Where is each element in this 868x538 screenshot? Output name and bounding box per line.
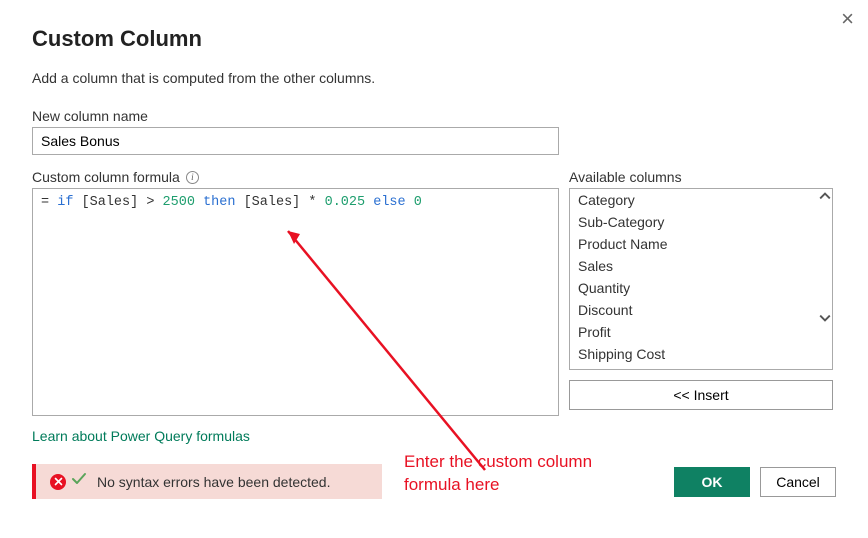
available-column-item[interactable]: Sales <box>570 255 832 277</box>
custom-column-dialog: × Custom Column Add a column that is com… <box>0 0 868 517</box>
close-icon[interactable]: × <box>841 6 854 32</box>
check-icon <box>71 472 87 491</box>
available-column-item[interactable]: Shipping Cost <box>570 343 832 365</box>
ok-button[interactable]: OK <box>674 467 750 497</box>
available-column-item[interactable]: Profit <box>570 321 832 343</box>
available-label: Available columns <box>569 169 833 185</box>
available-column-item[interactable]: Discount <box>570 299 832 321</box>
available-column-item[interactable]: Sub-Category <box>570 211 832 233</box>
name-label: New column name <box>32 108 836 124</box>
insert-button[interactable]: << Insert <box>569 380 833 410</box>
available-columns-list[interactable]: CategorySub-CategoryProduct NameSalesQua… <box>569 188 833 370</box>
status-text: No syntax errors have been detected. <box>97 474 330 490</box>
new-column-name-input[interactable] <box>32 127 559 155</box>
cancel-button[interactable]: Cancel <box>760 467 836 497</box>
info-icon[interactable]: i <box>186 171 199 184</box>
formula-label-row: Custom column formula i <box>32 169 559 185</box>
status-bar: No syntax errors have been detected. <box>32 464 382 499</box>
available-column-item[interactable]: Product Name <box>570 233 832 255</box>
error-icon <box>50 474 66 490</box>
formula-editor[interactable]: = if [Sales] > 2500 then [Sales] * 0.025… <box>32 188 559 416</box>
dialog-title: Custom Column <box>32 26 836 52</box>
formula-label: Custom column formula <box>32 169 180 185</box>
available-column-item[interactable]: Category <box>570 189 832 211</box>
available-column-item[interactable]: Quantity <box>570 277 832 299</box>
learn-link[interactable]: Learn about Power Query formulas <box>32 428 250 444</box>
dialog-subtitle: Add a column that is computed from the o… <box>32 70 836 86</box>
